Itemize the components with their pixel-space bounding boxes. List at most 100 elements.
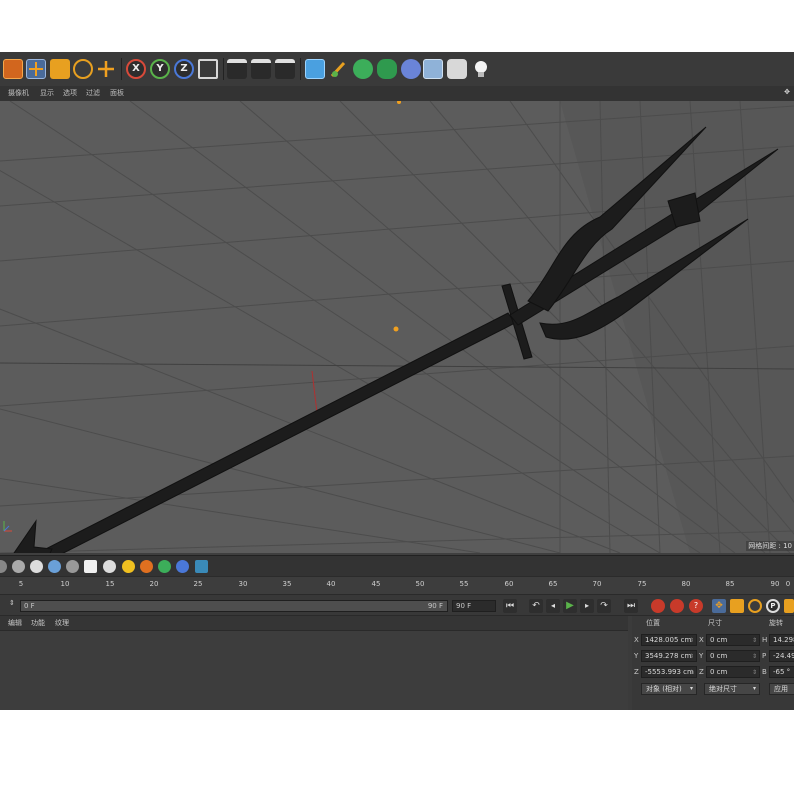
step-forward-icon[interactable]: ▸: [580, 599, 594, 613]
rotation-b-value: -65 °: [773, 668, 791, 676]
undo-icon[interactable]: [3, 59, 23, 79]
ruler-tick-label: 0: [785, 580, 791, 588]
pen-spline-icon[interactable]: [329, 59, 349, 79]
size-x-field[interactable]: 0 cm ⇕: [706, 634, 760, 646]
mirror-icon[interactable]: [195, 560, 208, 573]
rotation-p-label: P: [762, 652, 767, 660]
viewport-canvas: [0, 101, 794, 553]
coordinate-mode-dropdown[interactable]: 对象 (相对) ▾: [641, 683, 697, 695]
spin-arrows-icon[interactable]: ⇕: [689, 651, 694, 661]
rotation-p-field[interactable]: -24.493 °: [769, 650, 794, 662]
cube-object-icon[interactable]: [305, 59, 325, 79]
size-z-field[interactable]: 0 cm ⇕: [706, 666, 760, 678]
position-x-field[interactable]: 1428.005 cm ⇕: [641, 634, 697, 646]
refresh-icon[interactable]: [158, 560, 171, 573]
material-manager[interactable]: 编辑 功能 纹理: [0, 616, 628, 710]
toolbar-separator: [300, 58, 301, 80]
material-sphere-icon[interactable]: [0, 560, 7, 573]
next-key-icon[interactable]: ↷: [597, 599, 611, 613]
menu-camera[interactable]: 摄像机: [8, 88, 29, 98]
ruler-tick-label: 25: [193, 580, 203, 588]
coordinate-system-icon[interactable]: [198, 59, 218, 79]
tool-strip: [0, 555, 794, 576]
position-x-label: X: [634, 636, 639, 644]
key-parameter-icon[interactable]: P: [766, 599, 780, 613]
end-frame-field[interactable]: 90 F: [452, 600, 496, 612]
material-sphere-icon[interactable]: [66, 560, 79, 573]
rotation-p-value: -24.493 °: [773, 652, 794, 660]
record-keyframe-icon[interactable]: [651, 599, 665, 613]
position-z-field[interactable]: -5553.993 cm ⇕: [641, 666, 697, 678]
menu-texture[interactable]: 纹理: [55, 618, 69, 628]
deformer-icon[interactable]: [401, 59, 421, 79]
render-view-icon[interactable]: [227, 59, 247, 79]
auto-keyframe-icon[interactable]: [670, 599, 684, 613]
key-point-level-icon[interactable]: [784, 599, 794, 613]
subdivision-surface-icon[interactable]: [353, 59, 373, 79]
target-icon[interactable]: [103, 560, 116, 573]
spin-arrows-icon[interactable]: ⇕: [752, 667, 757, 677]
rotation-b-field[interactable]: -65 °: [769, 666, 794, 678]
lock-z-axis-button[interactable]: Z: [174, 59, 194, 79]
main-toolbar: X Y Z: [0, 52, 794, 87]
object-pivot-marker: [393, 326, 399, 332]
move-tool-icon[interactable]: [26, 59, 46, 79]
render-picture-viewer-icon[interactable]: [251, 59, 271, 79]
floor-scene-icon[interactable]: [423, 59, 443, 79]
ruler-tick-label: 15: [105, 580, 115, 588]
go-to-start-icon[interactable]: ⏮: [503, 599, 517, 613]
spin-arrows-icon[interactable]: ⇕: [689, 667, 694, 677]
key-rotation-icon[interactable]: [748, 599, 762, 613]
scale-tool-icon[interactable]: [50, 59, 70, 79]
viewport-move-icon[interactable]: ✥: [784, 88, 790, 96]
material-sphere-icon[interactable]: [12, 560, 25, 573]
position-y-field[interactable]: 3549.278 cm ⇕: [641, 650, 697, 662]
menu-filter[interactable]: 过滤: [86, 88, 100, 98]
lock-y-axis-button[interactable]: Y: [150, 59, 170, 79]
keyframe-selection-icon[interactable]: ?: [689, 599, 703, 613]
menu-display[interactable]: 显示: [40, 88, 54, 98]
lock-x-axis-button[interactable]: X: [126, 59, 146, 79]
transport-bar: ⇕ 0 F 90 F 90 F ⏮ ↶ ◂ ▶ ▸ ↷ ⏭ ? ✥ P: [0, 594, 794, 616]
spin-arrows-icon[interactable]: ⇕: [752, 635, 757, 645]
frame-spin-icon[interactable]: ⇕: [9, 599, 15, 607]
grid-spacing-status: 网格间距 : 10: [746, 541, 794, 551]
ruler-tick-label: 5: [18, 580, 24, 588]
material-sphere-icon[interactable]: [30, 560, 43, 573]
orange-tag-icon[interactable]: [140, 560, 153, 573]
render-settings-icon[interactable]: [275, 59, 295, 79]
live-select-icon[interactable]: [96, 59, 116, 79]
sun-icon[interactable]: [122, 560, 135, 573]
spin-arrows-icon[interactable]: ⇕: [752, 651, 757, 661]
size-mode-dropdown[interactable]: 绝对尺寸 ▾: [704, 683, 760, 695]
rotation-h-field[interactable]: 14.298 °: [769, 634, 794, 646]
current-frame-label: 0 F: [24, 602, 35, 610]
menu-function[interactable]: 功能: [31, 618, 45, 628]
rotation-h-value: 14.298 °: [773, 636, 794, 644]
key-position-icon[interactable]: ✥: [712, 599, 726, 613]
menu-edit[interactable]: 编辑: [8, 618, 22, 628]
rotate-tool-icon[interactable]: [73, 59, 93, 79]
play-icon[interactable]: ▶: [563, 599, 577, 613]
menu-panel[interactable]: 面板: [110, 88, 124, 98]
timeline-ruler[interactable]: 5 10 15 20 25 30 35 40 45 50 55 60 65 70…: [0, 576, 794, 594]
array-generator-icon[interactable]: [377, 59, 397, 79]
camera-object-icon[interactable]: [447, 59, 467, 79]
previous-key-icon[interactable]: ↶: [529, 599, 543, 613]
toolbar-separator: [223, 58, 224, 80]
menu-options[interactable]: 选项: [63, 88, 77, 98]
spin-arrows-icon[interactable]: ⇕: [689, 635, 694, 645]
key-scale-icon[interactable]: [730, 599, 744, 613]
white-box-icon[interactable]: [84, 560, 97, 573]
globe-icon[interactable]: [48, 560, 61, 573]
light-object-icon[interactable]: [471, 59, 491, 79]
chevron-down-icon: ▾: [689, 685, 693, 692]
frame-range-slider[interactable]: 0 F 90 F: [20, 600, 448, 612]
size-x-value: 0 cm: [710, 636, 728, 644]
half-circle-icon[interactable]: [176, 560, 189, 573]
perspective-viewport[interactable]: 网格间距 : 10: [0, 101, 794, 553]
step-back-icon[interactable]: ◂: [546, 599, 560, 613]
go-to-end-icon[interactable]: ⏭: [624, 599, 638, 613]
apply-button[interactable]: 应用: [769, 683, 794, 695]
size-y-field[interactable]: 0 cm ⇕: [706, 650, 760, 662]
